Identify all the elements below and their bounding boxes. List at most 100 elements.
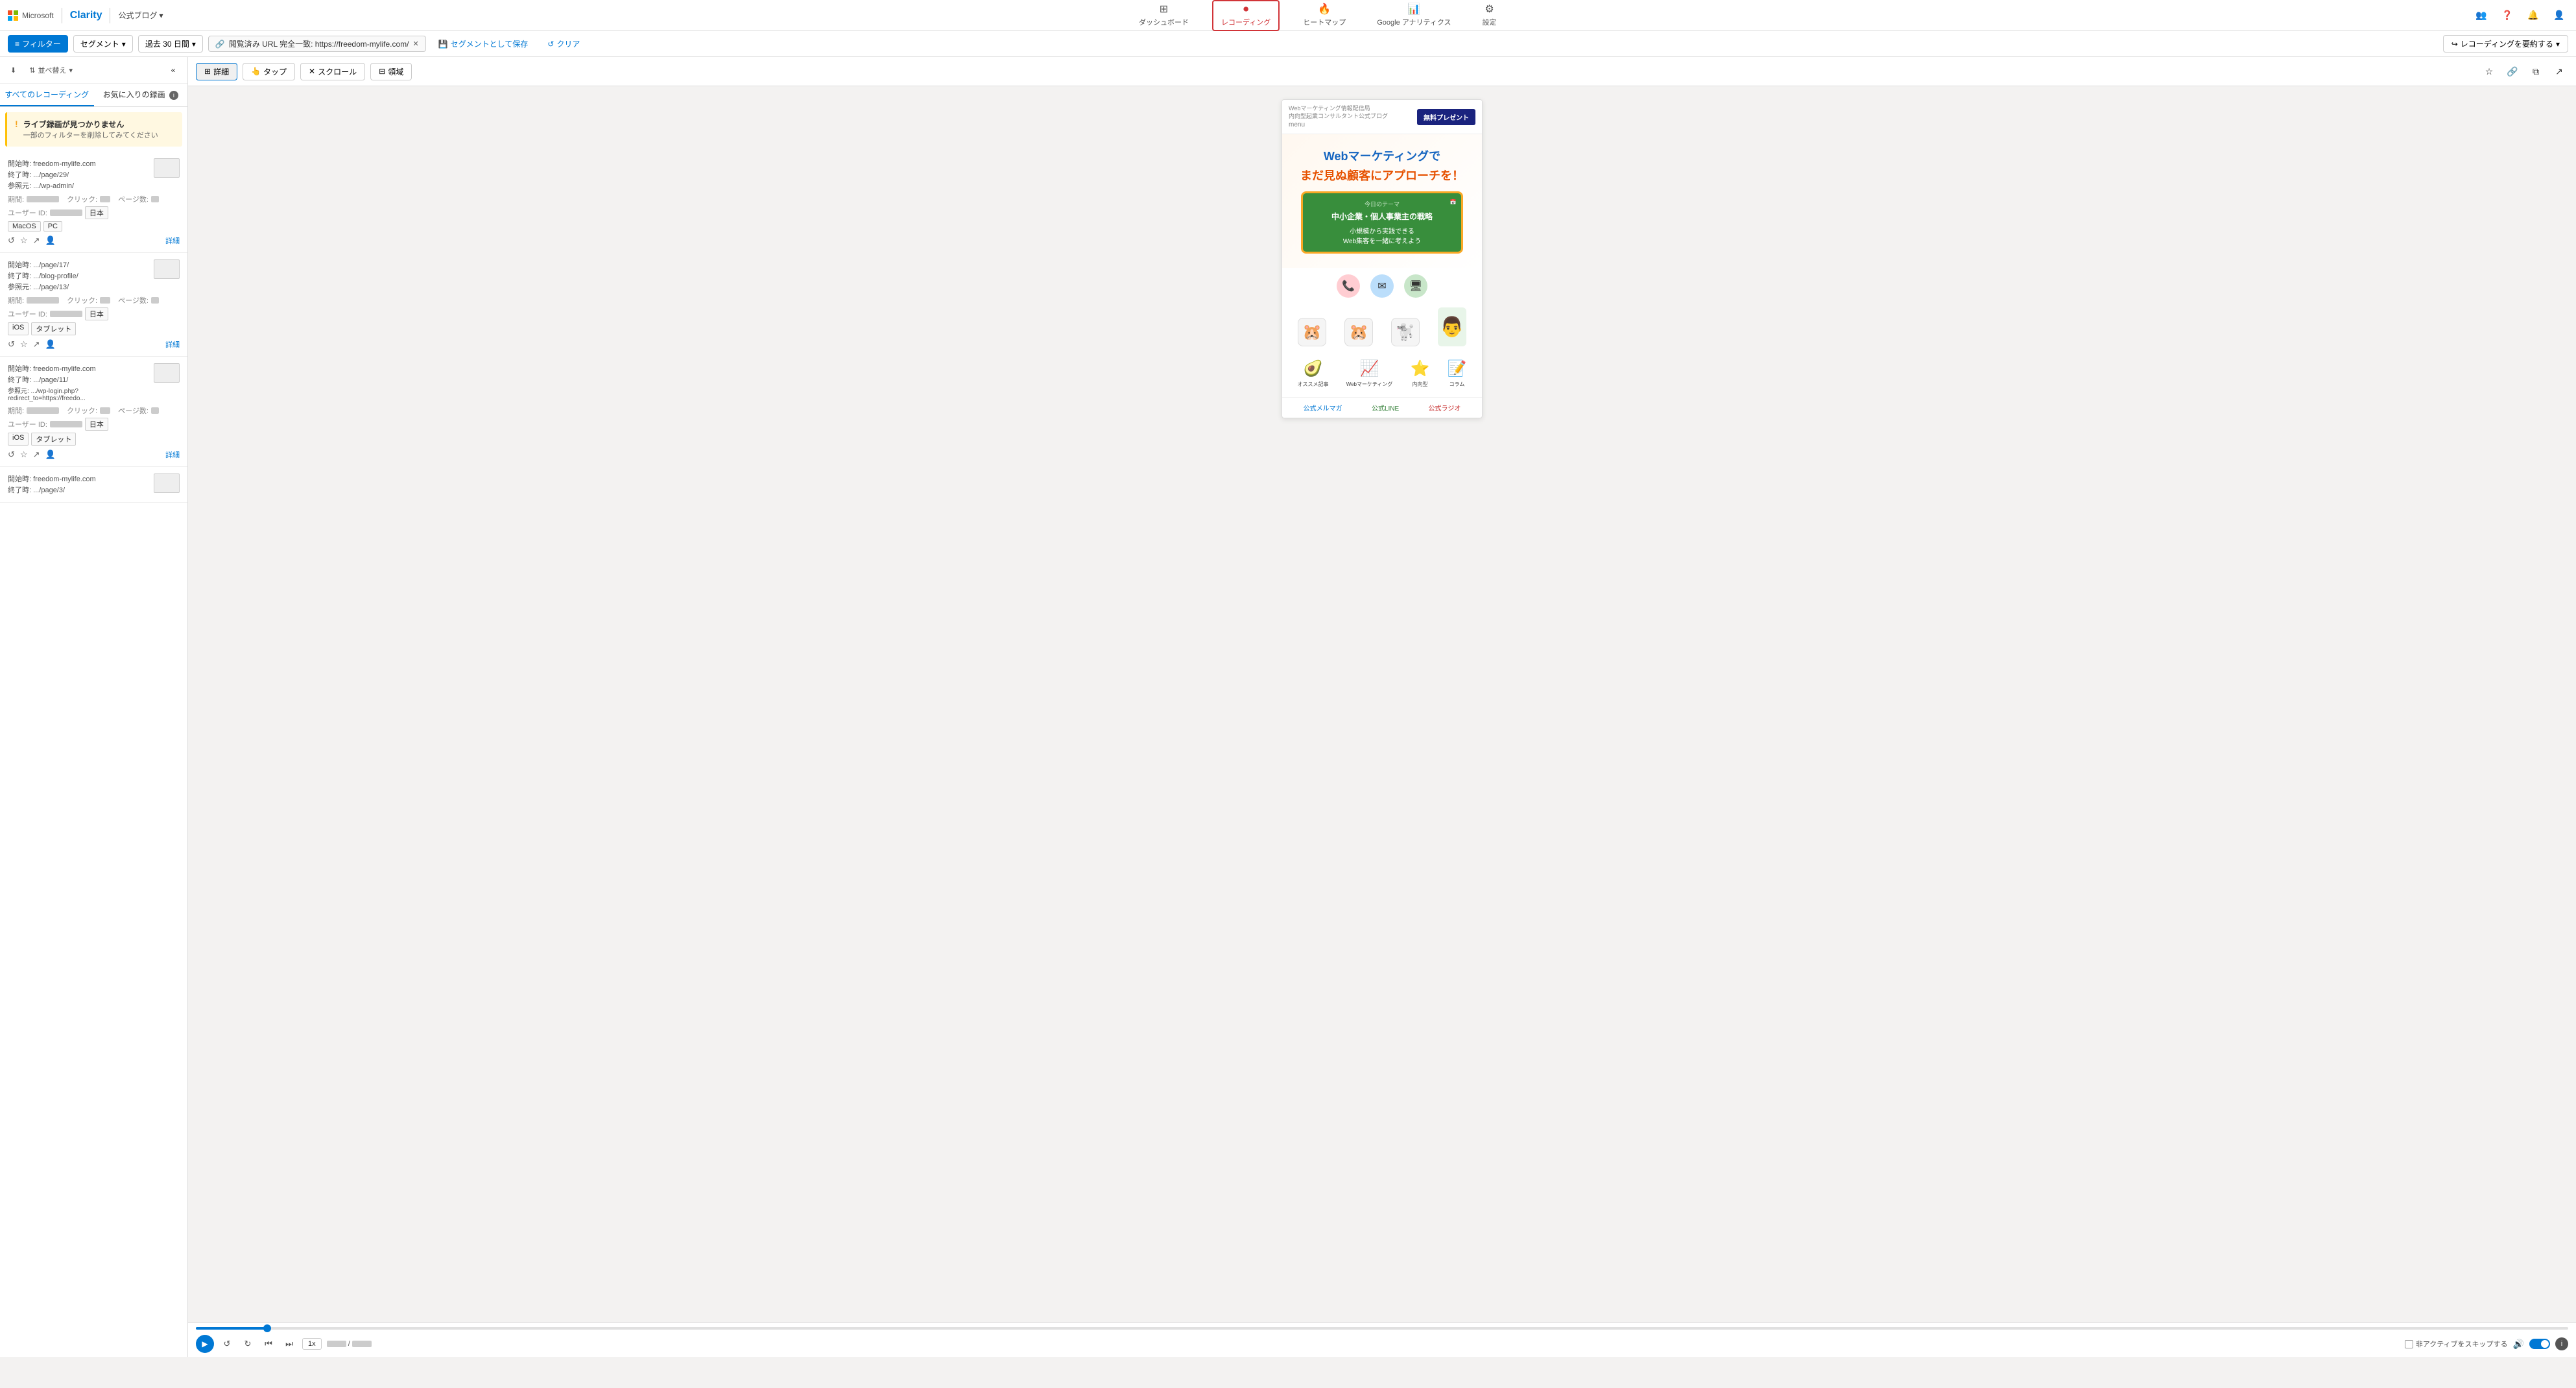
close-icon[interactable]: ✕ xyxy=(412,40,418,48)
share-icon[interactable]: ↗ xyxy=(33,339,40,350)
site-cta-button: 無料プレゼント xyxy=(1417,109,1475,125)
footer-line: 公式LINE xyxy=(1372,403,1399,413)
download-button[interactable]: ⬇ xyxy=(6,64,20,77)
chalkboard-subtitle2: Web集客を一緒に考えよう xyxy=(1312,235,1452,245)
detail-link-3[interactable]: 詳細 xyxy=(165,449,180,460)
recording-item-1[interactable]: 開始時: freedom-mylife.com 終了時: .../page/29… xyxy=(0,152,187,253)
nav-item-settings[interactable]: ⚙ 設定 xyxy=(1475,0,1505,31)
site-desc-line2: 内向型起業コンサルタント公式ブログ xyxy=(1289,113,1388,121)
clicks-value-2 xyxy=(100,297,110,304)
link-icon[interactable]: 🔗 xyxy=(2503,62,2522,80)
detail-link-1[interactable]: 詳細 xyxy=(165,235,180,246)
view-area-label: 領域 xyxy=(388,66,403,77)
share-icon[interactable]: ↗ xyxy=(2550,62,2568,80)
segment-button[interactable]: セグメント ▾ xyxy=(73,35,133,53)
share-icon[interactable]: ↗ xyxy=(33,235,40,246)
nav-item-heatmap[interactable]: 🔥 ヒートマップ xyxy=(1295,0,1354,31)
help-icon[interactable]: ❓ xyxy=(2498,6,2516,25)
speed-selector[interactable]: 1x xyxy=(302,1338,322,1350)
nav-item-recording[interactable]: ⏺ レコーディング xyxy=(1212,0,1280,31)
device-screen: Webマーケティング情報配信局 内向型起業コンサルタント公式ブログ menu 無… xyxy=(1282,100,1482,418)
tab-favorite-recordings[interactable]: お気に入りの録画 i xyxy=(94,84,188,106)
collapse-panel-button[interactable]: « xyxy=(165,62,181,78)
info-icon[interactable]: i xyxy=(169,91,178,100)
sort-icon: ⇅ xyxy=(29,66,35,75)
play-button[interactable]: ▶ xyxy=(196,1335,214,1353)
view-area-button[interactable]: ⊟ 領域 xyxy=(370,63,412,80)
warning-icon: ! xyxy=(15,119,18,129)
view-scroll-label: スクロール xyxy=(318,66,357,77)
save-segment-button[interactable]: 💾 セグメントとして保存 xyxy=(431,35,536,53)
nav-item-google-analytics[interactable]: 📊 Google アナリティクス xyxy=(1369,0,1459,31)
notification-icon[interactable]: 🔔 xyxy=(2524,6,2542,25)
volume-button[interactable]: 🔊 xyxy=(2513,1339,2524,1350)
replay-icon[interactable]: ↺ xyxy=(8,339,15,350)
tab-all-recordings[interactable]: すべてのレコーディング xyxy=(0,84,94,106)
rec-pages-1: ページ数: xyxy=(118,194,159,204)
date-range-button[interactable]: 過去 30 日間 ▾ xyxy=(138,35,203,53)
view-tap-button[interactable]: 👆 タップ xyxy=(243,63,295,80)
os-tag-1: MacOS xyxy=(8,221,41,232)
blog-link[interactable]: 公式ブログ ▾ xyxy=(118,10,163,21)
star-icon[interactable]: ☆ xyxy=(20,449,28,460)
main-layout: ⬇ ⇅ 並べ替え ▾ « すべてのレコーディング お気に入りの録画 i ! xyxy=(0,57,2576,1357)
playback-info-button[interactable]: i xyxy=(2555,1337,2568,1350)
recording-item-3[interactable]: 開始時: freedom-mylife.com 終了時: .../page/11… xyxy=(0,357,187,467)
user-id-cell-2: ユーザー ID: xyxy=(8,307,82,320)
filter-icon: ≡ xyxy=(15,40,19,49)
view-detail-button[interactable]: ⊞ 詳細 xyxy=(196,63,237,80)
nav-right: 👥 ❓ 🔔 👤 xyxy=(2472,6,2568,25)
hero-title-line2: まだ見ぬ顧客にアプローチを！ xyxy=(1292,167,1472,184)
replay-icon[interactable]: ↺ xyxy=(8,235,15,246)
filter-bar-right: ↪ レコーディングを要約する ▾ xyxy=(2443,35,2568,53)
skip-inactive-checkbox[interactable] xyxy=(2405,1340,2413,1348)
recording-item-4[interactable]: 開始時: freedom-mylife.com 終了時: .../page/3/ xyxy=(0,467,187,503)
user-icon[interactable]: 👤 xyxy=(45,449,55,460)
ms-label: Microsoft xyxy=(22,11,54,20)
account-icon[interactable]: 👤 xyxy=(2550,6,2568,25)
rec-row-4: 開始時: freedom-mylife.com 終了時: .../page/3/ xyxy=(8,473,180,496)
device-tag-3: タブレット xyxy=(31,433,76,446)
star-icon[interactable]: ☆ xyxy=(20,339,28,350)
skip-back-5s-button[interactable]: ↺ xyxy=(219,1336,235,1352)
share-icon[interactable]: 👥 xyxy=(2472,6,2490,25)
replay-icon[interactable]: ↺ xyxy=(8,449,15,460)
user-icon[interactable]: 👤 xyxy=(45,235,55,246)
duration-label-3: 期間: xyxy=(8,405,24,416)
copy-icon[interactable]: ⧉ xyxy=(2527,62,2545,80)
total-time xyxy=(352,1341,372,1347)
site-logo: Webマーケティング情報配信局 内向型起業コンサルタント公式ブログ menu xyxy=(1289,105,1388,128)
rec-pages-2: ページ数: xyxy=(118,295,159,305)
alert-title: ライブ録画が見つかりません xyxy=(23,119,158,130)
summary-label: レコーディングを要約する xyxy=(2461,38,2553,49)
progress-bar[interactable] xyxy=(196,1327,2568,1330)
view-scroll-button[interactable]: ✕ スクロール xyxy=(300,63,365,80)
device-info-row-2: iOS タブレット xyxy=(8,322,180,335)
previous-recording-button[interactable]: ⏮ xyxy=(261,1336,276,1352)
segment-button-label: セグメント xyxy=(80,38,119,49)
device-info-row-3: iOS タブレット xyxy=(8,433,180,446)
site-header: Webマーケティング情報配信局 内向型起業コンサルタント公式ブログ menu 無… xyxy=(1282,100,1482,134)
sort-button[interactable]: ⇅ 並べ替え ▾ xyxy=(25,63,77,77)
recording-summary-button[interactable]: ↪ レコーディングを要約する ▾ xyxy=(2443,35,2568,53)
category-introvert: ⭐ 内向型 xyxy=(1410,359,1429,388)
rec-clicks-1: クリック: xyxy=(67,194,110,204)
share-icon[interactable]: ↗ xyxy=(33,449,40,460)
nav-item-dashboard[interactable]: ⊞ ダッシュボード xyxy=(1131,0,1197,31)
user-icon[interactable]: 👤 xyxy=(45,339,55,350)
favorite-button[interactable]: ☆ xyxy=(2480,62,2498,80)
rec-meta-1: 期間: クリック: ページ数: xyxy=(8,194,180,204)
detail-link-2[interactable]: 詳細 xyxy=(165,339,180,350)
skip-forward-5s-button[interactable]: ↻ xyxy=(240,1336,256,1352)
user-info-row-2: ユーザー ID: 日本 xyxy=(8,307,180,320)
next-recording-button[interactable]: ⏭ xyxy=(281,1336,297,1352)
nav-center: ⊞ ダッシュボード ⏺ レコーディング 🔥 ヒートマップ 📊 Google アナ… xyxy=(169,0,2467,31)
chalkboard-label: 今日のテーマ xyxy=(1312,200,1452,208)
progress-thumb[interactable] xyxy=(263,1324,271,1332)
star-icon[interactable]: ☆ xyxy=(20,235,28,246)
webmarketing-label: Webマーケティング xyxy=(1346,381,1393,388)
clear-button[interactable]: ↺ クリア xyxy=(540,35,587,53)
filter-button[interactable]: ≡ フィルター xyxy=(8,35,68,53)
recording-item-2[interactable]: 開始時: .../page/17/ 終了時: .../blog-profile/… xyxy=(0,253,187,357)
toggle-switch[interactable] xyxy=(2529,1339,2550,1349)
